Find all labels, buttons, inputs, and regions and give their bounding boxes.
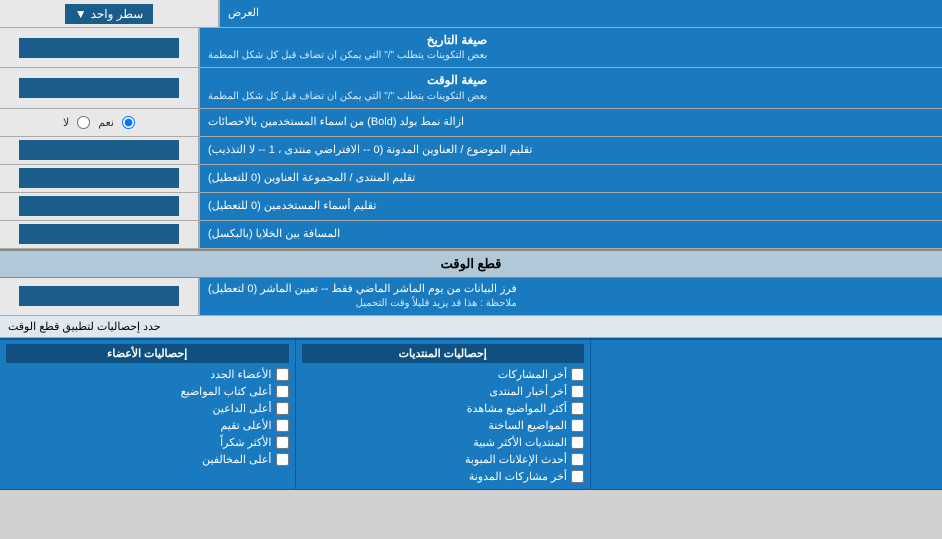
forum-order-row: تقليم المنتدى / المجموعة العناوين (0 للت… [0, 165, 942, 193]
bold-radio-group: نعم لا [53, 116, 145, 129]
stats-post-item: أخر أخبار المنتدى [302, 383, 585, 400]
usernames-input: 0 [0, 193, 200, 220]
time-format-row: صيغة الوقت بعض التكوينات يتطلب "/" التي … [0, 68, 942, 108]
stats-member-item: أعلى كتاب المواضيع [6, 383, 289, 400]
gap-field[interactable]: 2 [19, 224, 179, 244]
stats-posts-items: أخر المشاركاتأخر أخبار المنتدىأكثر الموا… [302, 366, 585, 485]
date-format-row: صيغة التاريخ بعض التكوينات يتطلب "/" الت… [0, 28, 942, 68]
stats-member-item: أعلى الداعين [6, 400, 289, 417]
time-cut-header: قطع الوقت [0, 249, 942, 278]
stats-members-items: الأعضاء الجددأعلى كتاب المواضيعأعلى الدا… [6, 366, 289, 468]
limit-label: حدد إحصاليات لتطبيق قطع الوقت [8, 320, 161, 333]
stats-empty-col [590, 340, 942, 489]
stats-post-checkbox[interactable] [571, 436, 584, 449]
time-format-input: H:i [0, 68, 200, 107]
topic-order-field[interactable]: 33 [19, 140, 179, 160]
stats-posts-col: إحصاليات المنتديات أخر المشاركاتأخر أخبا… [295, 340, 591, 489]
usernames-label: تقليم أسماء المستخدمين (0 للتعطيل) [200, 193, 942, 220]
stats-member-checkbox[interactable] [276, 453, 289, 466]
stats-post-checkbox[interactable] [571, 368, 584, 381]
bold-yes-label: نعم [98, 116, 114, 129]
stats-header-row: إحصاليات المنتديات أخر المشاركاتأخر أخبا… [0, 340, 942, 490]
stats-section: إحصاليات المنتديات أخر المشاركاتأخر أخبا… [0, 338, 942, 490]
gap-label: المسافة بين الخلايا (بالبكسل) [200, 221, 942, 248]
stats-post-item: أخر المشاركات [302, 366, 585, 383]
bold-yes-radio[interactable] [122, 116, 135, 129]
gap-row: المسافة بين الخلايا (بالبكسل) 2 [0, 221, 942, 249]
stats-post-checkbox[interactable] [571, 419, 584, 432]
stats-member-item: الأكثر شكراً [6, 434, 289, 451]
time-cut-field[interactable]: 0 [19, 286, 179, 306]
bold-no-label: لا [63, 116, 69, 129]
stats-post-checkbox[interactable] [571, 385, 584, 398]
forum-order-input: 33 [0, 165, 200, 192]
stats-post-item: أحدث الإعلانات المبوبة [302, 451, 585, 468]
forum-order-label: تقليم المنتدى / المجموعة العناوين (0 للت… [200, 165, 942, 192]
limit-row: حدد إحصاليات لتطبيق قطع الوقت [0, 316, 942, 338]
display-dropdown[interactable]: سطر واحد ▼ [65, 4, 154, 24]
stats-post-checkbox[interactable] [571, 470, 584, 483]
stats-post-item: المواضيع الساخنة [302, 417, 585, 434]
stats-post-item: أكثر المواضيع مشاهدة [302, 400, 585, 417]
stats-post-checkbox[interactable] [571, 402, 584, 415]
stats-post-item: المنتديات الأكثر شبية [302, 434, 585, 451]
stats-members-col: إحصاليات الأعضاء الأعضاء الجددأعلى كتاب … [0, 340, 295, 489]
stats-member-checkbox[interactable] [276, 402, 289, 415]
bold-row: ازالة نمط بولد (Bold) من اسماء المستخدمي… [0, 109, 942, 137]
time-cut-input: 0 [0, 278, 200, 315]
stats-member-item: الأعلى تقيم [6, 417, 289, 434]
stats-member-checkbox[interactable] [276, 368, 289, 381]
dropdown-arrow-icon: ▼ [75, 7, 87, 21]
topic-order-row: تقليم الموضوع / العناوين المدونة (0 -- ا… [0, 137, 942, 165]
usernames-row: تقليم أسماء المستخدمين (0 للتعطيل) 0 [0, 193, 942, 221]
time-cut-row: فرز البيانات من يوم الماشر الماضي فقط --… [0, 278, 942, 316]
time-format-label: صيغة الوقت بعض التكوينات يتطلب "/" التي … [200, 68, 942, 107]
display-input: سطر واحد ▼ [0, 0, 220, 27]
stats-member-checkbox[interactable] [276, 385, 289, 398]
stats-member-item: الأعضاء الجدد [6, 366, 289, 383]
date-format-label: صيغة التاريخ بعض التكوينات يتطلب "/" الت… [200, 28, 942, 67]
forum-order-field[interactable]: 33 [19, 168, 179, 188]
date-format-field[interactable]: d-m [19, 38, 179, 58]
usernames-field[interactable]: 0 [19, 196, 179, 216]
bold-input: نعم لا [0, 109, 200, 136]
main-container: العرض سطر واحد ▼ صيغة التاريخ بعض التكوي… [0, 0, 942, 490]
gap-input: 2 [0, 221, 200, 248]
topic-order-input: 33 [0, 137, 200, 164]
bold-no-radio[interactable] [77, 116, 90, 129]
display-row: العرض سطر واحد ▼ [0, 0, 942, 28]
stats-member-item: أعلى المخالفين [6, 451, 289, 468]
time-format-field[interactable]: H:i [19, 78, 179, 98]
stats-posts-title: إحصاليات المنتديات [302, 344, 585, 363]
stats-member-checkbox[interactable] [276, 436, 289, 449]
stats-post-checkbox[interactable] [571, 453, 584, 466]
bold-label: ازالة نمط بولد (Bold) من اسماء المستخدمي… [200, 109, 942, 136]
time-cut-label: فرز البيانات من يوم الماشر الماضي فقط --… [200, 278, 942, 315]
display-label: العرض [220, 0, 942, 27]
stats-members-title: إحصاليات الأعضاء [6, 344, 289, 363]
stats-post-item: أخر مشاركات المدونة [302, 468, 585, 485]
date-format-input: d-m [0, 28, 200, 67]
stats-member-checkbox[interactable] [276, 419, 289, 432]
topic-order-label: تقليم الموضوع / العناوين المدونة (0 -- ا… [200, 137, 942, 164]
